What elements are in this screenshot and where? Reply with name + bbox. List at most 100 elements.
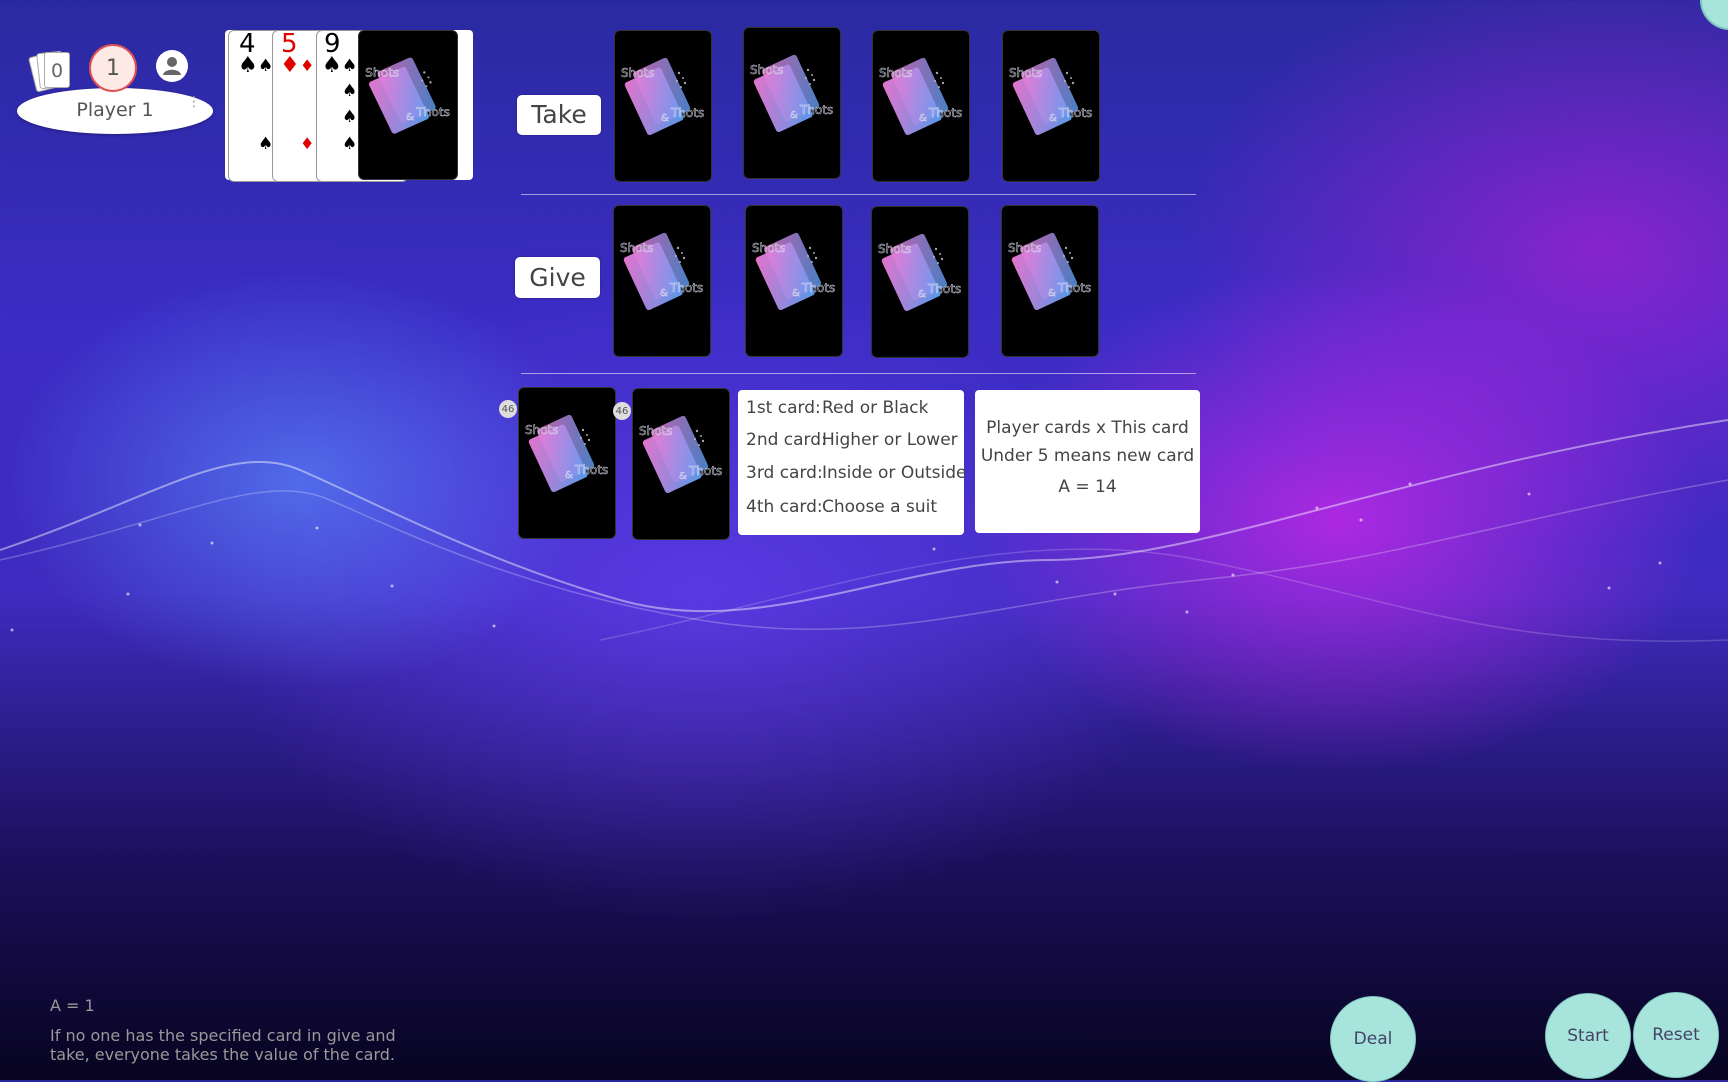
svg-text:Shots: Shots (1009, 66, 1043, 80)
svg-text:Shots: Shots (879, 66, 913, 80)
svg-text:Shots: Shots (621, 66, 655, 80)
card-back-logo: Shots & Thots (639, 415, 722, 494)
rule-value: Inside or Outside (822, 463, 967, 483)
take-label: Take (517, 95, 601, 135)
reset-button[interactable]: Reset (1633, 992, 1719, 1078)
svg-text:Thots: Thots (670, 106, 704, 120)
player-name: Player 1 (76, 99, 154, 121)
score-value: 1 (106, 55, 120, 81)
player-hand: 4 ♠ ♠ ♠ 5 ♦ ♦ ♦ 9 ♠ ♠ ♠ ♠ ♠ Shots & Thot… (225, 30, 473, 182)
row-divider-2 (521, 373, 1196, 374)
player-name-plate[interactable]: Player 1 ⋮ (17, 88, 213, 134)
scoring-line-1: Player cards x This card (986, 418, 1189, 438)
reset-button-label: Reset (1652, 1025, 1700, 1045)
svg-text:&: & (679, 471, 687, 482)
take-card-3[interactable]: Shots & Thots (872, 30, 970, 182)
card-suit: ♠ (238, 53, 258, 78)
rule-value: Higher or Lower (822, 430, 958, 450)
card-suit: ♦ (300, 56, 315, 75)
svg-text:Thots: Thots (415, 105, 450, 119)
card-suit: ♠ (258, 56, 274, 76)
take-card-2[interactable]: Shots & Thots (743, 27, 841, 179)
discard-pile[interactable]: Shots & Thots (632, 388, 730, 540)
rules-panel: 1st card: Red or Black 2nd card: Higher … (738, 390, 967, 535)
svg-text:Thots: Thots (927, 282, 961, 296)
card-back-logo: Shots & Thots (621, 57, 704, 136)
draw-pile-count: 46 (499, 400, 517, 418)
svg-text:&: & (918, 289, 926, 300)
corner-menu-button[interactable] (1700, 0, 1728, 30)
scoring-line-2: Under 5 means new card (980, 446, 1195, 466)
svg-text:Shots: Shots (620, 241, 654, 255)
deal-button-label: Deal (1353, 1029, 1393, 1049)
rule-note-line-1: If no one has the specified card in give… (50, 1026, 396, 1045)
rule-note: If no one has the specified card in give… (50, 1026, 396, 1064)
svg-text:&: & (660, 288, 668, 299)
give-card-1[interactable]: Shots & Thots (613, 205, 711, 357)
give-card-2[interactable]: Shots & Thots (745, 205, 843, 357)
draw-pile[interactable]: Shots & Thots (518, 387, 616, 539)
card-back-logo: Shots & Thots (620, 232, 703, 311)
svg-text:&: & (1049, 113, 1057, 124)
svg-text:Thots: Thots (801, 281, 835, 295)
svg-text:&: & (919, 113, 927, 124)
user-icon[interactable] (156, 50, 188, 82)
card-suit: ♦ (280, 53, 300, 78)
give-card-3[interactable]: Shots & Thots (871, 206, 969, 358)
take-card-1[interactable]: Shots & Thots (614, 30, 712, 182)
start-button[interactable]: Start (1545, 993, 1631, 1079)
hand-card-back[interactable]: Shots & Thots (358, 30, 458, 180)
svg-text:Thots: Thots (1058, 106, 1092, 120)
svg-text:&: & (1048, 288, 1056, 299)
svg-text:Thots: Thots (688, 464, 722, 478)
take-card-4[interactable]: Shots & Thots (1002, 30, 1100, 182)
card-back-logo: Shots & Thots (752, 232, 835, 311)
card-back-logo: Shots & Thots (525, 414, 608, 493)
svg-text:Thots: Thots (799, 103, 833, 117)
card-suit: ♠ (342, 134, 358, 154)
svg-text:Thots: Thots (669, 281, 703, 295)
ace-note: A = 1 (50, 996, 95, 1015)
give-card-4[interactable]: Shots & Thots (1001, 205, 1099, 357)
card-back-logo: Shots & Thots (365, 57, 450, 134)
discard-pile-count: 46 (613, 402, 631, 420)
hand-card-count: 0 (50, 60, 64, 82)
card-suit: ♠ (258, 134, 274, 154)
svg-text:Shots: Shots (878, 242, 912, 256)
rule-label: 1st card: (746, 398, 821, 418)
deal-button[interactable]: Deal (1330, 996, 1416, 1082)
svg-text:&: & (661, 113, 669, 124)
card-back-logo: Shots & Thots (1008, 232, 1091, 311)
svg-text:&: & (565, 470, 573, 481)
svg-text:&: & (790, 110, 798, 121)
card-back-logo: Shots & Thots (750, 54, 833, 133)
card-suit: ♠ (342, 81, 358, 101)
card-suit: ♠ (342, 107, 358, 127)
svg-text:Shots: Shots (1008, 241, 1042, 255)
card-back-logo: Shots & Thots (879, 57, 962, 136)
score-badge: 1 (89, 44, 137, 92)
rule-value: Red or Black (822, 398, 929, 418)
rule-value: Choose a suit (822, 497, 938, 517)
svg-text:Shots: Shots (750, 63, 784, 77)
rule-note-line-2: take, everyone takes the value of the ca… (50, 1045, 396, 1064)
card-suit: ♠ (322, 53, 342, 78)
svg-text:&: & (792, 288, 800, 299)
card-suit: ♠ (342, 56, 358, 76)
rule-label: 4th card: (746, 497, 823, 517)
svg-text:Shots: Shots (525, 423, 559, 437)
row-divider-1 (521, 194, 1196, 195)
kebab-menu-icon[interactable]: ⋮ (187, 95, 201, 114)
give-label: Give (515, 257, 600, 298)
svg-text:&: & (406, 112, 414, 123)
svg-text:Thots: Thots (574, 463, 608, 477)
svg-text:Thots: Thots (1057, 281, 1091, 295)
card-back-logo: Shots & Thots (878, 233, 961, 312)
scoring-panel: Player cards x This card Under 5 means n… (975, 390, 1200, 533)
svg-text:Shots: Shots (752, 241, 786, 255)
scoring-line-3: A = 14 (1058, 477, 1117, 497)
card-suit: ♦ (300, 134, 315, 153)
hand-cards-icon: 0 (28, 50, 72, 93)
player-panel: Player 1 ⋮ 0 1 (16, 40, 216, 140)
rule-label: 3rd card: (746, 463, 823, 483)
